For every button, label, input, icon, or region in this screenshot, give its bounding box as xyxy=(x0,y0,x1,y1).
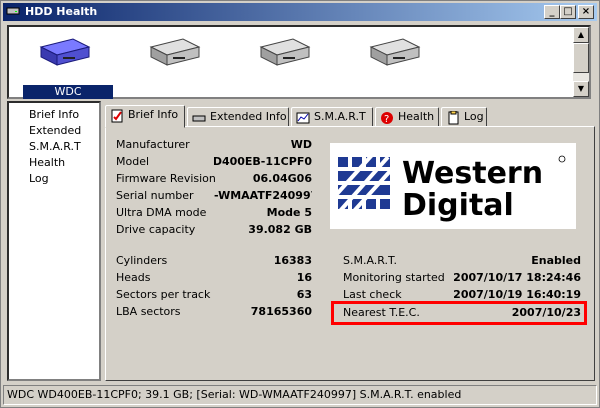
window-title: HDD Health xyxy=(25,5,98,18)
info-row-dma: Ultra DMA mode Mode 5 xyxy=(116,205,312,221)
tab-label: S.M.A.R.T xyxy=(314,110,366,123)
drive-list-scrollbar[interactable]: ▲ ▼ xyxy=(573,27,589,97)
info-label: Firmware Revision xyxy=(116,172,216,185)
smart-label: Monitoring started xyxy=(343,271,445,284)
drive-list: WDC ▲ ▼ xyxy=(7,25,591,99)
info-value: 16 xyxy=(296,271,312,284)
smart-value: 2007/10/17 18:24:46 xyxy=(453,271,581,284)
info-value: Mode 5 xyxy=(266,206,312,219)
brief-info-icon xyxy=(111,109,123,123)
minimize-button[interactable]: _ xyxy=(544,5,560,19)
smart-row-status: S.M.A.R.T. Enabled xyxy=(343,253,581,269)
info-row-manufacturer: Manufacturer WD xyxy=(116,137,312,153)
sidebar-item-extended[interactable]: Extended xyxy=(29,123,99,139)
brief-info-panel: Manufacturer WD Model WD400EB-11CPF0 Fir… xyxy=(105,126,595,381)
info-value: 06.04G06 xyxy=(252,172,312,185)
info-label: LBA sectors xyxy=(116,305,181,318)
logo-text-line1: Western xyxy=(402,156,543,191)
info-label: Manufacturer xyxy=(116,138,190,151)
hdd-icon xyxy=(369,38,421,66)
info-row-firmware: Firmware Revision 06.04G06 xyxy=(116,171,312,187)
info-label: Serial number xyxy=(116,189,194,202)
info-row-cylinders: Cylinders 16383 xyxy=(116,253,312,269)
sidebar-nav: Brief Info Extended S.M.A.R.T Health Log xyxy=(7,101,101,381)
info-label: Ultra DMA mode xyxy=(116,206,207,219)
tab-health[interactable]: ? Health xyxy=(375,107,439,127)
tec-highlight-box xyxy=(331,301,587,325)
drive-label: WDC xyxy=(23,85,113,99)
close-button[interactable]: × xyxy=(578,5,594,19)
info-value: 16383 xyxy=(273,254,312,267)
info-row-serial: Serial number -WMAATF240997 xyxy=(116,188,312,204)
western-digital-logo: Western Digital xyxy=(330,143,576,229)
sidebar-item-log[interactable]: Log xyxy=(29,171,99,187)
hdd-icon xyxy=(259,38,311,66)
sidebar-item-smart[interactable]: S.M.A.R.T xyxy=(29,139,99,155)
tab-brief-info[interactable]: Brief Info xyxy=(105,105,185,128)
tab-label: Log xyxy=(464,110,484,123)
info-value: 63 xyxy=(296,288,312,301)
tab-label: Health xyxy=(398,110,435,123)
info-label: Sectors per track xyxy=(116,288,211,301)
smart-row-monitoring: Monitoring started 2007/10/17 18:24:46 xyxy=(343,270,581,286)
sidebar-item-brief-info[interactable]: Brief Info xyxy=(29,107,99,123)
svg-text:?: ? xyxy=(384,114,389,125)
extended-info-icon xyxy=(192,115,206,122)
drive-item-4[interactable] xyxy=(345,35,441,99)
status-bar: WDC WD400EB-11CPF0; 39.1 GB; [Serial: WD… xyxy=(3,385,597,405)
tab-extended-info[interactable]: Extended Info xyxy=(187,107,289,127)
info-value: WD400EB-11CPF0 xyxy=(214,155,312,168)
tab-bar: Brief Info Extended Info S.M.A.R.T ? Hea… xyxy=(105,105,595,128)
smart-label: S.M.A.R.T. xyxy=(343,254,397,267)
maximize-button[interactable]: □ xyxy=(560,5,576,19)
log-icon xyxy=(448,111,459,125)
info-value: -WMAATF240997 xyxy=(214,189,312,202)
info-label: Drive capacity xyxy=(116,223,196,236)
scroll-up-arrow-icon[interactable]: ▲ xyxy=(573,27,589,43)
hdd-icon xyxy=(149,38,201,66)
smart-value: Enabled xyxy=(531,254,581,267)
info-row-capacity: Drive capacity 39.082 GB xyxy=(116,222,312,238)
tab-label: Extended Info xyxy=(210,110,287,123)
info-label: Model xyxy=(116,155,150,168)
wd-logo-image: Western Digital xyxy=(334,153,566,223)
info-row-lba: LBA sectors 78165360 xyxy=(116,304,312,320)
smart-icon xyxy=(296,112,310,124)
info-row-model: Model WD400EB-11CPF0 xyxy=(116,154,312,170)
sidebar-item-health[interactable]: Health xyxy=(29,155,99,171)
drive-item-wdc[interactable]: WDC xyxy=(15,35,113,99)
app-window: HDD Health _ □ × WDC ▲ ▼ Brief Info Exte… xyxy=(0,0,600,408)
info-label: Cylinders xyxy=(116,254,168,267)
info-row-sectors: Sectors per track 63 xyxy=(116,287,312,303)
info-value: 78165360 xyxy=(250,305,312,318)
info-value: WD xyxy=(290,138,312,151)
info-label: Heads xyxy=(116,271,151,284)
scroll-down-arrow-icon[interactable]: ▼ xyxy=(573,81,589,97)
hdd-app-icon xyxy=(6,7,20,15)
drive-item-2[interactable] xyxy=(125,35,221,99)
info-row-heads: Heads 16 xyxy=(116,270,312,286)
scroll-thumb[interactable] xyxy=(573,43,589,73)
health-icon: ? xyxy=(381,112,393,125)
tab-label: Brief Info xyxy=(128,108,179,121)
logo-text-line2: Digital xyxy=(402,188,514,223)
hdd-icon xyxy=(39,38,91,66)
tab-smart[interactable]: S.M.A.R.T xyxy=(291,107,373,127)
drive-item-3[interactable] xyxy=(235,35,331,99)
title-bar[interactable]: HDD Health _ □ × xyxy=(3,3,597,21)
info-value: 39.082 GB xyxy=(248,223,312,236)
tab-log[interactable]: Log xyxy=(441,107,487,127)
